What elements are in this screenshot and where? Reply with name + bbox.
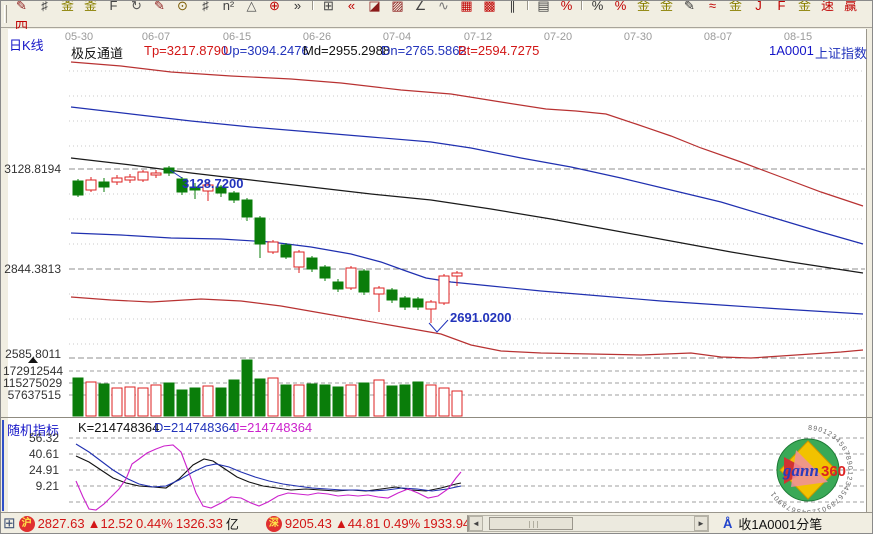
indicator-pane-accent — [2, 420, 4, 511]
app-window: ✎♯釜釜F↻✎⊙♯n²△⊕»⊞«◪▨∠∿▦▩∥▤%%%金金✎≈金JF金速赢四 g… — [0, 0, 873, 534]
channel-name-label: 极反通道 — [71, 43, 123, 62]
date-label: 07-12 — [461, 31, 495, 43]
channel-md-value: Md=2955.2988 — [303, 43, 390, 58]
sh-index-change-pct: 0.44% — [136, 516, 173, 531]
channel-up-value: Up=3094.2476 — [223, 43, 309, 58]
sh-index-price: 2827.63 — [38, 516, 85, 531]
stoch-axis-label: 24.91 — [3, 463, 59, 477]
sh-index-change: ▲12.52 — [88, 516, 133, 531]
volume-axis-label: 57637515 — [3, 388, 61, 402]
quote-table-icon[interactable]: ⊞ — [3, 515, 16, 533]
chart-type-label[interactable]: 日K线 — [9, 35, 44, 54]
sz-index-price: 9205.43 — [285, 516, 332, 531]
sh-amount-unit: 亿 — [226, 514, 239, 533]
logo-text-gann: gann — [782, 461, 819, 480]
stoch-axis-label: 9.21 — [3, 479, 59, 493]
date-label: 05-30 — [62, 31, 96, 43]
scrollbar-left-arrow[interactable]: ◄ — [469, 516, 483, 531]
peak-annotation: 3128.7200 — [182, 176, 243, 191]
scrollbar-right-arrow[interactable]: ► — [694, 516, 708, 531]
shanghai-badge[interactable]: 沪 — [19, 516, 35, 532]
sz-index-amount: 1933.94 — [423, 516, 470, 531]
status-left-zone: ⊞ 沪 2827.63 ▲12.52 0.44% 1326.33 亿 深 920… — [3, 514, 486, 533]
date-label: 08-07 — [701, 31, 735, 43]
stoch-j-value: J=214748364 — [233, 420, 312, 435]
channel-tp-value: Tp=3217.8790 — [144, 43, 228, 58]
status-bar: ⊞ 沪 2827.63 ▲12.52 0.44% 1326.33 亿 深 920… — [1, 512, 873, 533]
kline-chart[interactable] — [1, 1, 873, 534]
gann360-logo: gann 360 8901234567890123456789012345678… — [751, 421, 873, 521]
date-label: 07-20 — [541, 31, 575, 43]
price-axis-label: 2585.8011 — [3, 347, 61, 361]
sh-index-amount: 1326.33 — [176, 516, 223, 531]
sz-index-change-pct: 0.49% — [383, 516, 420, 531]
logo-text-360: 360 — [821, 463, 846, 480]
price-axis-label: 2844.3813 — [3, 262, 61, 276]
stoch-axis-label: 40.61 — [3, 447, 59, 461]
price-axis-label: 3128.8194 — [3, 162, 61, 176]
tick-view-label[interactable]: 收1A0001分笔 — [738, 514, 822, 533]
status-right-zone: Å 收1A0001分笔 — [723, 514, 822, 533]
date-label: 07-30 — [621, 31, 655, 43]
date-label: 06-15 — [220, 31, 254, 43]
channel-bt-value: Bt=2594.7275 — [458, 43, 539, 58]
scrollbar-thumb[interactable] — [489, 517, 573, 530]
horizontal-scrollbar[interactable]: ◄ ► — [467, 515, 709, 532]
symbol-code[interactable]: 1A0001 — [769, 43, 814, 58]
shenzhen-badge[interactable]: 深 — [266, 516, 282, 532]
date-label: 06-07 — [139, 31, 173, 43]
low-annotation: 2691.0200 — [450, 310, 511, 325]
sz-index-change: ▲44.81 — [335, 516, 380, 531]
symbol-name[interactable]: 上证指数 — [815, 43, 867, 62]
date-label: 06-26 — [300, 31, 334, 43]
channel-dn-value: Dn=2765.5862 — [381, 43, 467, 58]
stoch-k-value: K=214748364 — [78, 420, 159, 435]
stoch-d-value: D=214748364 — [154, 420, 236, 435]
stoch-axis-label: 56.32 — [3, 431, 59, 445]
date-label: 08-15 — [781, 31, 815, 43]
alert-bell-icon[interactable]: Å — [723, 516, 732, 531]
date-label: 07-04 — [380, 31, 414, 43]
